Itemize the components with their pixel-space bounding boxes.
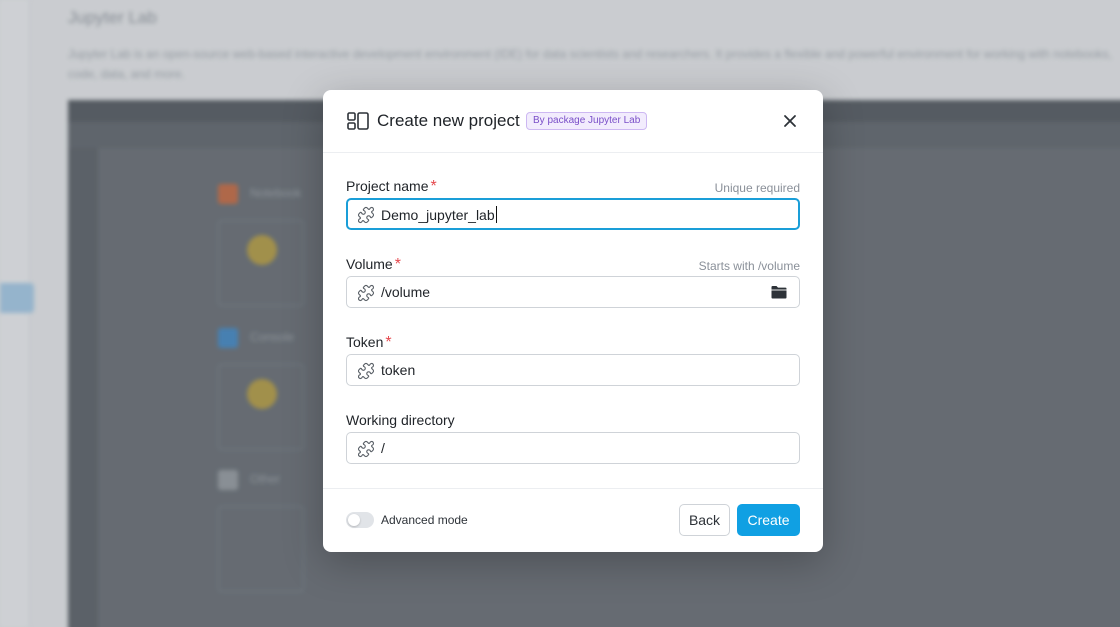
volume-value: /volume: [381, 284, 431, 300]
project-name-hint: Unique required: [714, 181, 800, 195]
package-badge: By package Jupyter Lab: [526, 112, 648, 130]
required-asterisk: *: [385, 334, 392, 351]
dialog-header: Create new project By package Jupyter La…: [323, 90, 823, 153]
project-name-label: Project name: [346, 178, 429, 194]
toggle-knob: [348, 514, 360, 526]
close-icon[interactable]: [781, 112, 799, 130]
puzzle-icon: [357, 206, 375, 224]
folder-icon[interactable]: [771, 285, 787, 299]
token-label: Token: [346, 334, 384, 350]
dialog-footer: Advanced mode Back Create: [323, 488, 823, 552]
volume-hint: Starts with /volume: [698, 259, 800, 273]
puzzle-icon: [357, 284, 375, 302]
required-asterisk: *: [394, 256, 401, 273]
project-name-field: Project name * Unique required Demo_jupyt…: [346, 178, 800, 230]
volume-input[interactable]: /volume: [346, 276, 800, 308]
token-input[interactable]: token: [346, 354, 800, 386]
working-directory-label: Working directory: [346, 412, 455, 428]
working-directory-value: /: [381, 440, 385, 456]
puzzle-icon: [357, 362, 375, 380]
working-directory-input[interactable]: /: [346, 432, 800, 464]
required-asterisk: *: [430, 178, 437, 195]
working-directory-field: Working directory /: [346, 412, 800, 464]
dialog-title: Create new project: [377, 111, 520, 130]
advanced-mode-label: Advanced mode: [381, 513, 468, 527]
project-layout-icon: [347, 112, 369, 130]
token-field: Token * token: [346, 334, 800, 386]
puzzle-icon: [357, 440, 375, 458]
volume-label: Volume: [346, 256, 393, 272]
volume-field: Volume * Starts with /volume /volume: [346, 256, 800, 308]
project-name-input[interactable]: Demo_jupyter_lab: [346, 198, 800, 230]
project-name-value: Demo_jupyter_lab: [381, 207, 495, 223]
project-name-value-wrap: Demo_jupyter_lab: [381, 206, 497, 223]
advanced-mode-toggle[interactable]: [346, 512, 374, 528]
text-caret: [495, 206, 497, 223]
create-project-dialog: Create new project By package Jupyter La…: [323, 90, 823, 552]
token-value: token: [381, 362, 416, 378]
back-button[interactable]: Back: [679, 504, 730, 536]
create-button[interactable]: Create: [737, 504, 800, 536]
